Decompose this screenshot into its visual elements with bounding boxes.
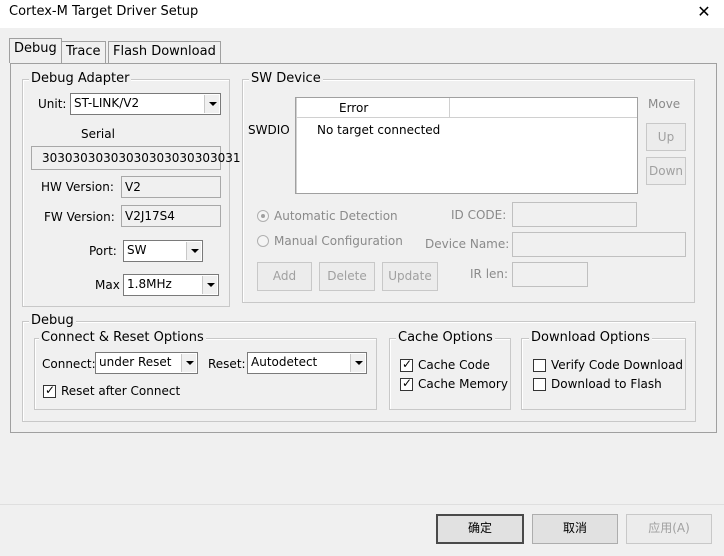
ok-button[interactable]: 确定	[436, 514, 524, 544]
device-name-label: Device Name:	[425, 237, 510, 251]
column-header-error[interactable]: Error	[339, 101, 368, 115]
fw-version-field: V2J17S4	[121, 205, 221, 227]
add-button[interactable]: Add	[257, 262, 312, 291]
cache-memory-checkbox[interactable]	[400, 376, 413, 391]
chevron-down-icon	[204, 95, 219, 113]
verify-code-download-checkbox[interactable]	[533, 359, 546, 372]
port-select[interactable]: SW	[123, 240, 203, 262]
download-options-legend: Download Options	[529, 330, 652, 345]
max-clock-label: Max	[95, 278, 120, 292]
update-button[interactable]: Update	[382, 262, 438, 291]
chevron-down-icon	[181, 354, 196, 372]
cache-options-legend: Cache Options	[396, 330, 495, 345]
reset-after-connect-label: Reset after Connect	[61, 384, 181, 398]
ir-len-field[interactable]	[512, 262, 588, 287]
chevron-down-icon	[186, 242, 201, 260]
chevron-down-icon	[202, 276, 217, 294]
id-code-field[interactable]	[512, 202, 637, 227]
list-item[interactable]: No target connected	[317, 123, 440, 137]
column-separator	[296, 98, 297, 118]
cancel-button[interactable]: 取消	[532, 514, 618, 544]
connect-select[interactable]: under Reset	[95, 352, 198, 374]
connect-value: under Reset	[99, 355, 172, 369]
title-bar: Cortex-M Target Driver Setup ✕	[0, 0, 724, 26]
automatic-detection-radio[interactable]	[257, 210, 269, 222]
tab-flash-download[interactable]: Flash Download	[108, 41, 221, 63]
max-clock-value: 1.8MHz	[127, 277, 172, 291]
reset-select[interactable]: Autodetect	[247, 352, 367, 374]
sw-device-list[interactable]: Error No target connected	[295, 97, 638, 194]
connect-reset-group	[34, 338, 377, 410]
port-value: SW	[127, 243, 147, 257]
automatic-detection-label: Automatic Detection	[274, 209, 398, 223]
column-separator	[449, 98, 450, 118]
list-header: Error	[296, 98, 637, 118]
max-clock-select[interactable]: 1.8MHz	[123, 274, 219, 296]
move-label: Move	[648, 97, 681, 111]
debug-adapter-legend: Debug Adapter	[29, 71, 132, 86]
serial-value: 30303030303030303030303031	[42, 151, 241, 165]
download-to-flash-label: Download to Flash	[551, 377, 662, 391]
device-name-field[interactable]	[512, 232, 686, 257]
reset-label: Reset:	[208, 357, 246, 371]
delete-button[interactable]: Delete	[319, 262, 375, 291]
verify-code-download-label: Verify Code Download	[551, 358, 684, 372]
reset-value: Autodetect	[251, 355, 318, 369]
id-code-label: ID CODE:	[451, 208, 507, 222]
chevron-down-icon	[350, 354, 365, 372]
cache-code-label: Cache Code	[418, 358, 490, 372]
move-up-button[interactable]: Up	[646, 123, 686, 151]
unit-value: ST-LINK/V2	[74, 96, 140, 110]
apply-button[interactable]: 应用(A)	[626, 514, 712, 544]
hw-version-field: V2	[121, 176, 221, 198]
ir-len-label: IR len:	[470, 267, 509, 281]
close-icon[interactable]: ✕	[694, 2, 714, 22]
move-down-button[interactable]: Down	[646, 157, 686, 185]
download-options-group	[521, 338, 686, 410]
fw-version-value: V2J17S4	[125, 209, 175, 223]
port-label: Port:	[89, 244, 117, 258]
manual-configuration-label: Manual Configuration	[274, 234, 403, 248]
cache-options-group	[389, 338, 511, 410]
connect-label: Connect:	[42, 357, 96, 371]
fw-version-label: FW Version:	[44, 210, 115, 224]
tab-debug[interactable]: Debug	[9, 38, 62, 63]
manual-configuration-radio[interactable]	[257, 235, 269, 247]
cache-code-checkbox[interactable]	[400, 357, 413, 372]
reset-after-connect-checkbox[interactable]	[43, 383, 56, 398]
unit-select[interactable]: ST-LINK/V2	[70, 93, 221, 115]
debug-legend: Debug	[29, 313, 76, 328]
column-guide	[296, 118, 297, 193]
swdio-label: SWDIO	[248, 123, 290, 137]
hw-version-label: HW Version:	[41, 180, 114, 194]
unit-label: Unit:	[38, 97, 67, 111]
serial-field: 30303030303030303030303031	[31, 146, 241, 170]
sw-device-legend: SW Device	[249, 71, 323, 86]
hw-version-value: V2	[125, 180, 141, 194]
download-to-flash-checkbox[interactable]	[533, 378, 546, 391]
window-title: Cortex-M Target Driver Setup	[9, 4, 199, 19]
connect-reset-legend: Connect & Reset Options	[39, 330, 206, 345]
cache-memory-label: Cache Memory	[418, 377, 508, 391]
tab-trace[interactable]: Trace	[61, 41, 106, 63]
serial-label: Serial	[81, 127, 115, 141]
